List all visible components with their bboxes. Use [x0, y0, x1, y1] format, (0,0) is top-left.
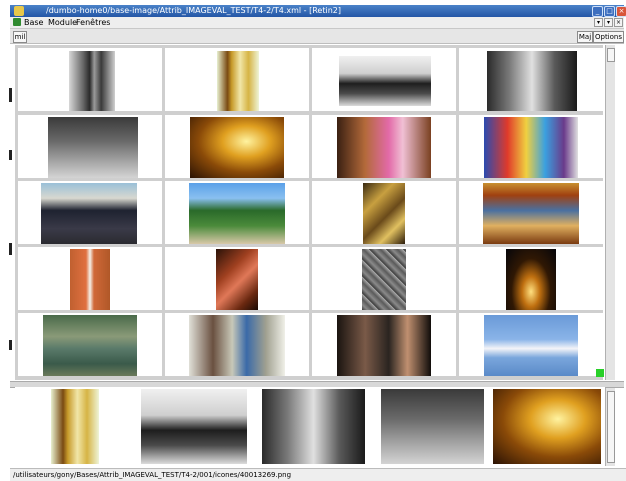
men-in-coats-photo [69, 51, 115, 111]
image-cell[interactable] [312, 115, 456, 178]
image-cell[interactable] [312, 48, 456, 111]
mil-button[interactable]: mil [13, 31, 27, 43]
image-cell[interactable] [165, 48, 309, 111]
menu-base[interactable]: Base [24, 17, 43, 28]
beer-bottle-glass-photo [217, 51, 259, 111]
window-title: /dumbo-home0/base-image/Attrib_IMAGEVAL_… [46, 6, 341, 15]
image-cell[interactable] [165, 115, 309, 178]
strip-scrollbar[interactable] [605, 388, 615, 466]
menu-close-icon[interactable]: × [614, 18, 623, 27]
eiffel-tower-night-photo [506, 249, 556, 310]
strip-image-cell[interactable] [489, 387, 605, 466]
officials-crowd-photo [41, 183, 137, 244]
image-cell[interactable] [18, 181, 162, 244]
forest-car-bw-photo [381, 389, 484, 464]
image-cell[interactable] [18, 115, 162, 178]
image-cell[interactable] [459, 48, 603, 111]
stone-wall-texture-photo [362, 249, 406, 310]
strip-image-cell[interactable] [255, 387, 371, 466]
grid-scrollbar[interactable] [605, 45, 615, 380]
grid-scroll-thumb[interactable] [607, 48, 615, 62]
concorde-jet-photo [484, 315, 578, 376]
hands-photo [216, 249, 258, 310]
options-button[interactable]: Options [593, 31, 624, 43]
menu-module[interactable]: Module [48, 17, 77, 28]
window-title-bar[interactable]: /dumbo-home0/base-image/Attrib_IMAGEVAL_… [10, 5, 626, 17]
city-street-bw-photo [487, 51, 577, 111]
toolbar: mil Maj Options [10, 29, 624, 44]
golden-sunset-clouds-photo [190, 117, 284, 178]
image-cell[interactable] [165, 181, 309, 244]
menu-bar: Base Module Fenêtres ▾ ▾ × [10, 17, 624, 29]
app-icon [14, 6, 24, 16]
golden-sunset-clouds-photo [493, 389, 601, 464]
menu-app-icon [13, 18, 21, 26]
garden-path-photo [189, 183, 285, 244]
image-grid [15, 45, 603, 380]
market-stall-photo [363, 183, 405, 244]
image-cell[interactable] [312, 313, 456, 376]
menu-fenetres[interactable]: Fenêtres [76, 17, 110, 28]
maj-button[interactable]: Maj [577, 31, 593, 43]
edge-mark [9, 340, 12, 350]
mother-child-photo [337, 117, 431, 178]
people-party-photo [337, 315, 431, 376]
beer-bottle-glass-photo [51, 389, 99, 464]
tennis-player-photo [70, 249, 110, 310]
selection-strip [15, 387, 605, 467]
image-cell[interactable] [459, 115, 603, 178]
image-cell[interactable] [165, 313, 309, 376]
menu-restore-icon[interactable]: ▾ [604, 18, 613, 27]
image-cell[interactable] [312, 247, 456, 310]
image-cell[interactable] [18, 313, 162, 376]
image-cell[interactable] [18, 247, 162, 310]
forest-car-bw-photo [48, 117, 138, 178]
image-cell[interactable] [459, 247, 603, 310]
computer-lab-photo [189, 315, 285, 376]
menu-dropdown-icon[interactable]: ▾ [594, 18, 603, 27]
strip-image-cell[interactable] [136, 387, 252, 466]
status-indicator [596, 369, 604, 377]
edge-mark [9, 150, 12, 160]
strip-scroll-thumb[interactable] [607, 391, 615, 463]
flooded-village-photo [43, 315, 137, 376]
image-cell[interactable] [165, 247, 309, 310]
edge-mark [9, 88, 12, 102]
strip-image-cell[interactable] [17, 387, 133, 466]
image-cell[interactable] [312, 181, 456, 244]
ornate-ceiling-fresco-photo [483, 183, 579, 244]
left-edge-strip [0, 0, 12, 480]
vintage-car-photo [339, 56, 431, 106]
file-path: /utilisateurs/gony/Bases/Attrib_IMAGEVAL… [13, 471, 292, 479]
street-art-crowd-photo [484, 117, 578, 178]
image-cell[interactable] [18, 48, 162, 111]
image-cell[interactable] [459, 181, 603, 244]
maximize-button[interactable]: □ [604, 6, 615, 17]
strip-image-cell[interactable] [374, 387, 490, 466]
edge-mark [9, 243, 12, 255]
status-bar: /utilisateurs/gony/Bases/Attrib_IMAGEVAL… [10, 468, 626, 481]
city-street-bw-photo [262, 389, 365, 464]
vintage-car-photo [141, 389, 247, 464]
close-button[interactable]: × [616, 6, 626, 17]
image-cell[interactable] [459, 313, 603, 376]
minimize-button[interactable]: _ [592, 6, 603, 17]
